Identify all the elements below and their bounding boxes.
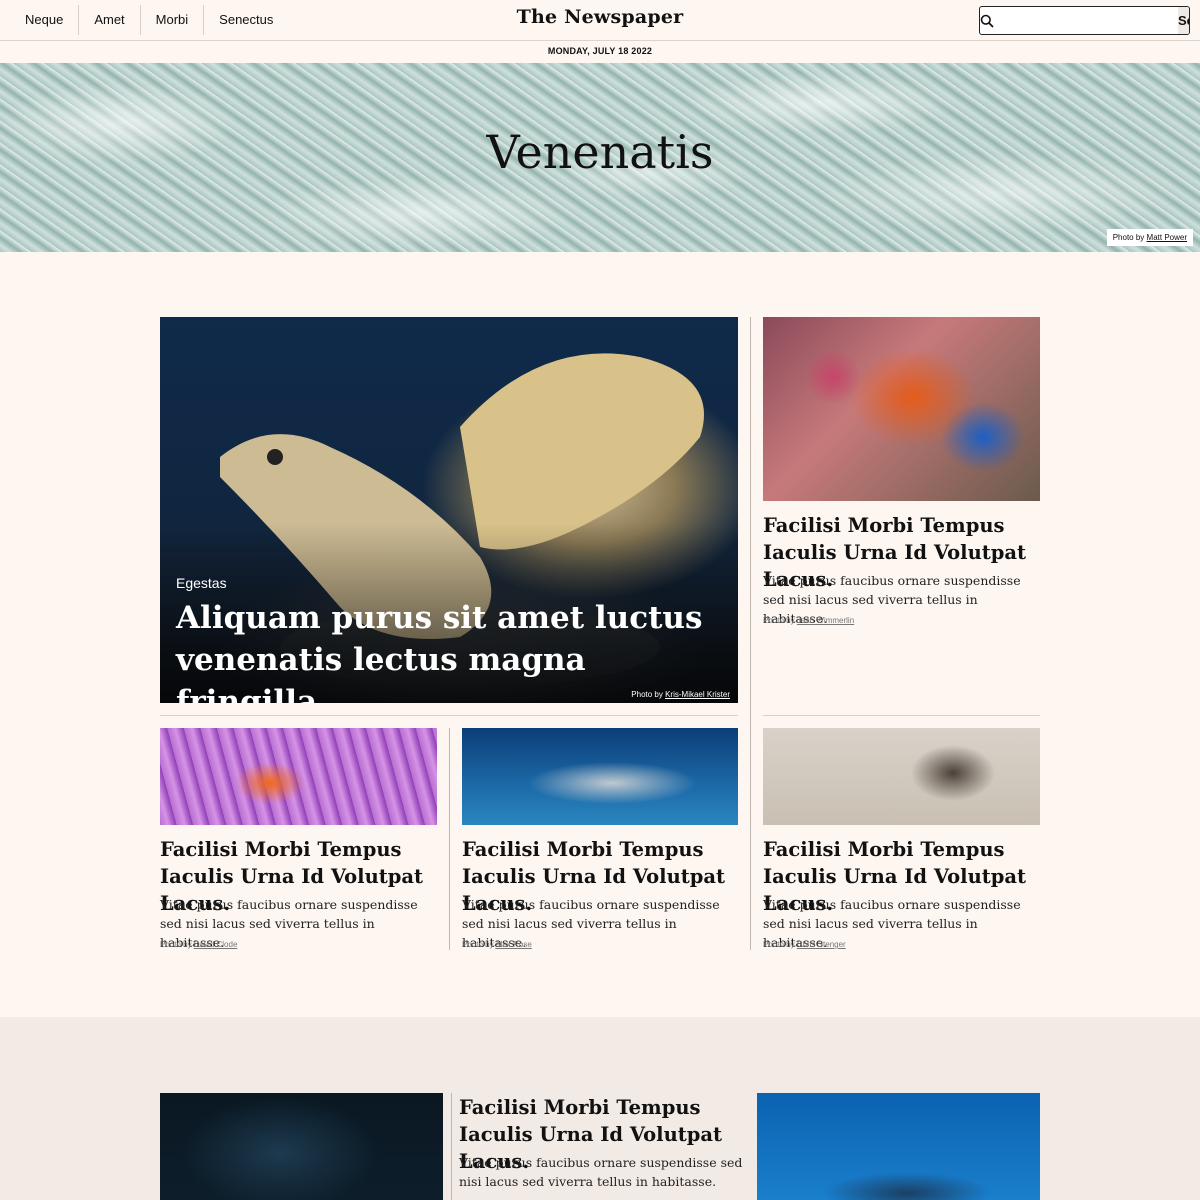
photo-credit: Photo by Alex Rose [462,940,532,949]
credit-prefix: Photo by [1112,233,1145,242]
article-summary: Vitae purus faucibus ornare suspendisse … [459,1155,743,1189]
column-divider [451,1093,452,1200]
shark-image[interactable] [462,728,738,825]
column-divider [449,728,450,950]
search-button[interactable]: Search [1178,7,1189,34]
search-input[interactable] [994,7,1178,34]
photographer-link[interactable]: David Clode [194,940,238,949]
dateline: MONDAY, JULY 18 2022 [547,46,653,56]
section-title: Venenatis [486,125,714,179]
credit-prefix: Photo by [631,690,663,699]
search-box: Search [979,6,1190,35]
row-divider [763,715,1040,716]
photographer-link[interactable]: Alex Rose [495,940,531,949]
featured-headline[interactable]: Aliquam purus sit amet luctus venenatis … [176,597,716,703]
mandarin-fish-image[interactable] [763,317,1040,501]
row-divider [160,715,738,716]
secondary-section: Facilisi Morbi Tempus Iaculis Urna Id Vo… [0,1017,1200,1200]
featured-kicker: Egestas [176,575,227,591]
photo-credit: Photo by Chris Stenger [763,940,846,949]
featured-story[interactable]: Egestas Aliquam purus sit amet luctus ve… [160,317,738,703]
search-icon [980,7,994,34]
featured-photo-credit: Photo by Kris-Mikael Krister [631,690,730,699]
whale-shark-image[interactable] [757,1093,1040,1200]
photo-credit: Photo by David Clode [160,940,237,949]
hero-photo-credit: Photo by Matt Power [1106,229,1193,246]
photographer-link[interactable]: Matt Power [1147,233,1187,242]
credit-prefix: Photo by [763,940,795,949]
hero-banner: Venenatis Photo by Matt Power [0,63,1200,252]
photographer-link[interactable]: Jean Wimmerlin [797,616,854,625]
column-divider [750,317,751,950]
credit-prefix: Photo by [160,940,192,949]
clownfish-image[interactable] [160,728,437,825]
credit-prefix: Photo by [763,616,795,625]
seal-image[interactable] [763,728,1040,825]
jellyfish-image[interactable] [160,1093,443,1200]
photographer-link[interactable]: Kris-Mikael Krister [665,690,730,699]
photo-credit: Photo by Jean Wimmerlin [763,616,854,625]
credit-prefix: Photo by [462,940,494,949]
photographer-link[interactable]: Chris Stenger [797,940,846,949]
top-bar: Neque Amet Morbi Senectus The Newspaper … [0,0,1200,41]
